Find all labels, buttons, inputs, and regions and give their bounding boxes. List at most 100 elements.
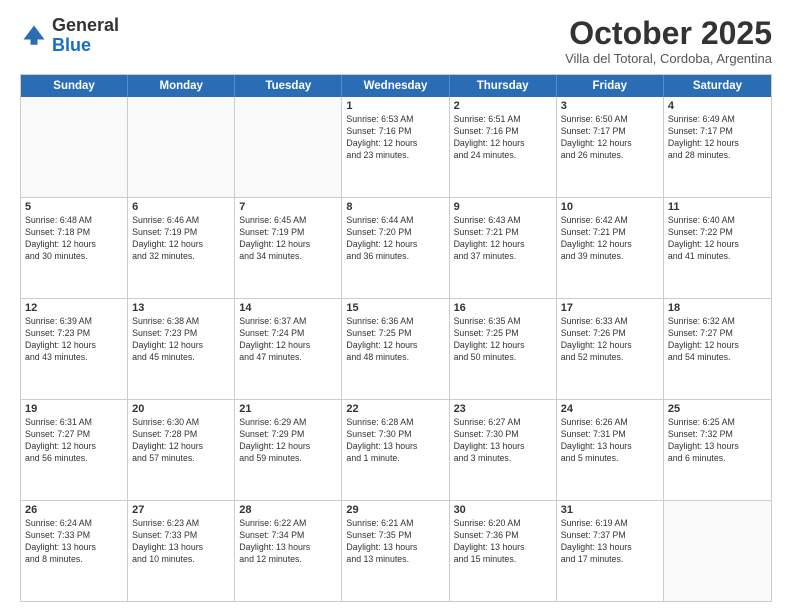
logo-text: General Blue xyxy=(52,16,119,56)
calendar-row-1: 5 Sunrise: 6:48 AM Sunset: 7:18 PM Daylig… xyxy=(21,197,771,298)
day-info: Sunrise: 6:25 AM Sunset: 7:32 PM Dayligh… xyxy=(668,417,767,465)
day-info: Sunrise: 6:28 AM Sunset: 7:30 PM Dayligh… xyxy=(346,417,444,465)
day-number: 31 xyxy=(561,504,659,516)
day-info: Sunrise: 6:44 AM Sunset: 7:20 PM Dayligh… xyxy=(346,215,444,263)
header: General Blue October 2025 Villa del Toto… xyxy=(20,16,772,66)
day-info: Sunrise: 6:49 AM Sunset: 7:17 PM Dayligh… xyxy=(668,114,767,162)
day-number: 30 xyxy=(454,504,552,516)
day-cell-2: 2Sunrise: 6:51 AM Sunset: 7:16 PM Daylig… xyxy=(450,97,557,197)
day-number: 19 xyxy=(25,403,123,415)
day-number: 15 xyxy=(346,302,444,314)
day-cell-27: 27Sunrise: 6:23 AM Sunset: 7:33 PM Dayli… xyxy=(128,501,235,601)
day-cell-20: 20 Sunrise: 6:30 AM Sunset: 7:28 PM Dayli… xyxy=(128,400,235,500)
day-number: 24 xyxy=(561,403,659,415)
month-title: October 2025 xyxy=(565,16,772,51)
calendar: SundayMondayTuesdayWednesdayThursdayFrid… xyxy=(20,74,772,602)
day-number: 23 xyxy=(454,403,552,415)
day-cell-6: 6 Sunrise: 6:46 AM Sunset: 7:19 PM Daylig… xyxy=(128,198,235,298)
day-info: Sunrise: 6:45 AM Sunset: 7:19 PM Dayligh… xyxy=(239,215,337,263)
day-info: Sunrise: 6:36 AM Sunset: 7:25 PM Dayligh… xyxy=(346,316,444,364)
day-number: 22 xyxy=(346,403,444,415)
weekday-header-thursday: Thursday xyxy=(450,75,557,97)
day-number: 9 xyxy=(454,201,552,213)
day-number: 28 xyxy=(239,504,337,516)
day-cell-13: 13Sunrise: 6:38 AM Sunset: 7:23 PM Dayli… xyxy=(128,299,235,399)
day-info: Sunrise: 6:39 AM Sunset: 7:23 PM Dayligh… xyxy=(25,316,123,364)
day-info: Sunrise: 6:31 AM Sunset: 7:27 PM Dayligh… xyxy=(25,417,123,465)
day-number: 7 xyxy=(239,201,337,213)
day-number: 18 xyxy=(668,302,767,314)
day-number: 14 xyxy=(239,302,337,314)
day-cell-18: 18 Sunrise: 6:32 AM Sunset: 7:27 PM Dayli… xyxy=(664,299,771,399)
day-info: Sunrise: 6:53 AM Sunset: 7:16 PM Dayligh… xyxy=(346,114,444,162)
day-cell-14: 14 Sunrise: 6:37 AM Sunset: 7:24 PM Dayli… xyxy=(235,299,342,399)
day-cell-17: 17Sunrise: 6:33 AM Sunset: 7:26 PM Dayli… xyxy=(557,299,664,399)
calendar-header: SundayMondayTuesdayWednesdayThursdayFrid… xyxy=(21,75,771,97)
day-number: 4 xyxy=(668,100,767,112)
subtitle: Villa del Totoral, Cordoba, Argentina xyxy=(565,51,772,66)
day-cell-8: 8Sunrise: 6:44 AM Sunset: 7:20 PM Daylig… xyxy=(342,198,449,298)
day-info: Sunrise: 6:43 AM Sunset: 7:21 PM Dayligh… xyxy=(454,215,552,263)
weekday-header-sunday: Sunday xyxy=(21,75,128,97)
logo-general: General xyxy=(52,15,119,35)
day-number: 13 xyxy=(132,302,230,314)
day-info: Sunrise: 6:51 AM Sunset: 7:16 PM Dayligh… xyxy=(454,114,552,162)
day-cell-3: 3 Sunrise: 6:50 AM Sunset: 7:17 PM Daylig… xyxy=(557,97,664,197)
page: General Blue October 2025 Villa del Toto… xyxy=(0,0,792,612)
weekday-header-monday: Monday xyxy=(128,75,235,97)
day-number: 6 xyxy=(132,201,230,213)
day-cell-11: 11 Sunrise: 6:40 AM Sunset: 7:22 PM Dayli… xyxy=(664,198,771,298)
day-cell-16: 16 Sunrise: 6:35 AM Sunset: 7:25 PM Dayli… xyxy=(450,299,557,399)
day-info: Sunrise: 6:32 AM Sunset: 7:27 PM Dayligh… xyxy=(668,316,767,364)
day-cell-5: 5 Sunrise: 6:48 AM Sunset: 7:18 PM Daylig… xyxy=(21,198,128,298)
day-number: 21 xyxy=(239,403,337,415)
day-info: Sunrise: 6:46 AM Sunset: 7:19 PM Dayligh… xyxy=(132,215,230,263)
day-cell-25: 25 Sunrise: 6:25 AM Sunset: 7:32 PM Dayli… xyxy=(664,400,771,500)
day-info: Sunrise: 6:26 AM Sunset: 7:31 PM Dayligh… xyxy=(561,417,659,465)
day-number: 3 xyxy=(561,100,659,112)
day-cell-28: 28 Sunrise: 6:22 AM Sunset: 7:34 PM Dayli… xyxy=(235,501,342,601)
day-info: Sunrise: 6:35 AM Sunset: 7:25 PM Dayligh… xyxy=(454,316,552,364)
day-info: Sunrise: 6:22 AM Sunset: 7:34 PM Dayligh… xyxy=(239,518,337,566)
day-cell-21: 21 Sunrise: 6:29 AM Sunset: 7:29 PM Dayli… xyxy=(235,400,342,500)
day-number: 10 xyxy=(561,201,659,213)
empty-cell xyxy=(21,97,128,197)
weekday-header-tuesday: Tuesday xyxy=(235,75,342,97)
weekday-header-friday: Friday xyxy=(557,75,664,97)
logo-icon xyxy=(20,22,48,50)
day-cell-15: 15 Sunrise: 6:36 AM Sunset: 7:25 PM Dayli… xyxy=(342,299,449,399)
day-info: Sunrise: 6:21 AM Sunset: 7:35 PM Dayligh… xyxy=(346,518,444,566)
title-block: October 2025 Villa del Totoral, Cordoba,… xyxy=(565,16,772,66)
day-cell-1: 1 Sunrise: 6:53 AM Sunset: 7:16 PM Daylig… xyxy=(342,97,449,197)
day-number: 17 xyxy=(561,302,659,314)
calendar-row-2: 12 Sunrise: 6:39 AM Sunset: 7:23 PM Dayli… xyxy=(21,298,771,399)
day-cell-22: 22 Sunrise: 6:28 AM Sunset: 7:30 PM Dayli… xyxy=(342,400,449,500)
day-info: Sunrise: 6:24 AM Sunset: 7:33 PM Dayligh… xyxy=(25,518,123,566)
day-number: 16 xyxy=(454,302,552,314)
day-number: 25 xyxy=(668,403,767,415)
day-info: Sunrise: 6:42 AM Sunset: 7:21 PM Dayligh… xyxy=(561,215,659,263)
day-number: 20 xyxy=(132,403,230,415)
day-cell-31: 31Sunrise: 6:19 AM Sunset: 7:37 PM Dayli… xyxy=(557,501,664,601)
logo: General Blue xyxy=(20,16,119,56)
day-cell-9: 9 Sunrise: 6:43 AM Sunset: 7:21 PM Daylig… xyxy=(450,198,557,298)
day-number: 5 xyxy=(25,201,123,213)
day-info: Sunrise: 6:50 AM Sunset: 7:17 PM Dayligh… xyxy=(561,114,659,162)
day-info: Sunrise: 6:40 AM Sunset: 7:22 PM Dayligh… xyxy=(668,215,767,263)
day-info: Sunrise: 6:48 AM Sunset: 7:18 PM Dayligh… xyxy=(25,215,123,263)
day-number: 11 xyxy=(668,201,767,213)
weekday-header-wednesday: Wednesday xyxy=(342,75,449,97)
calendar-body: 1 Sunrise: 6:53 AM Sunset: 7:16 PM Daylig… xyxy=(21,97,771,601)
day-info: Sunrise: 6:27 AM Sunset: 7:30 PM Dayligh… xyxy=(454,417,552,465)
day-info: Sunrise: 6:37 AM Sunset: 7:24 PM Dayligh… xyxy=(239,316,337,364)
day-number: 12 xyxy=(25,302,123,314)
day-cell-7: 7 Sunrise: 6:45 AM Sunset: 7:19 PM Daylig… xyxy=(235,198,342,298)
day-cell-12: 12 Sunrise: 6:39 AM Sunset: 7:23 PM Dayli… xyxy=(21,299,128,399)
day-info: Sunrise: 6:30 AM Sunset: 7:28 PM Dayligh… xyxy=(132,417,230,465)
empty-cell xyxy=(664,501,771,601)
day-number: 27 xyxy=(132,504,230,516)
day-number: 26 xyxy=(25,504,123,516)
day-number: 1 xyxy=(346,100,444,112)
calendar-row-3: 19 Sunrise: 6:31 AM Sunset: 7:27 PM Dayli… xyxy=(21,399,771,500)
day-info: Sunrise: 6:29 AM Sunset: 7:29 PM Dayligh… xyxy=(239,417,337,465)
